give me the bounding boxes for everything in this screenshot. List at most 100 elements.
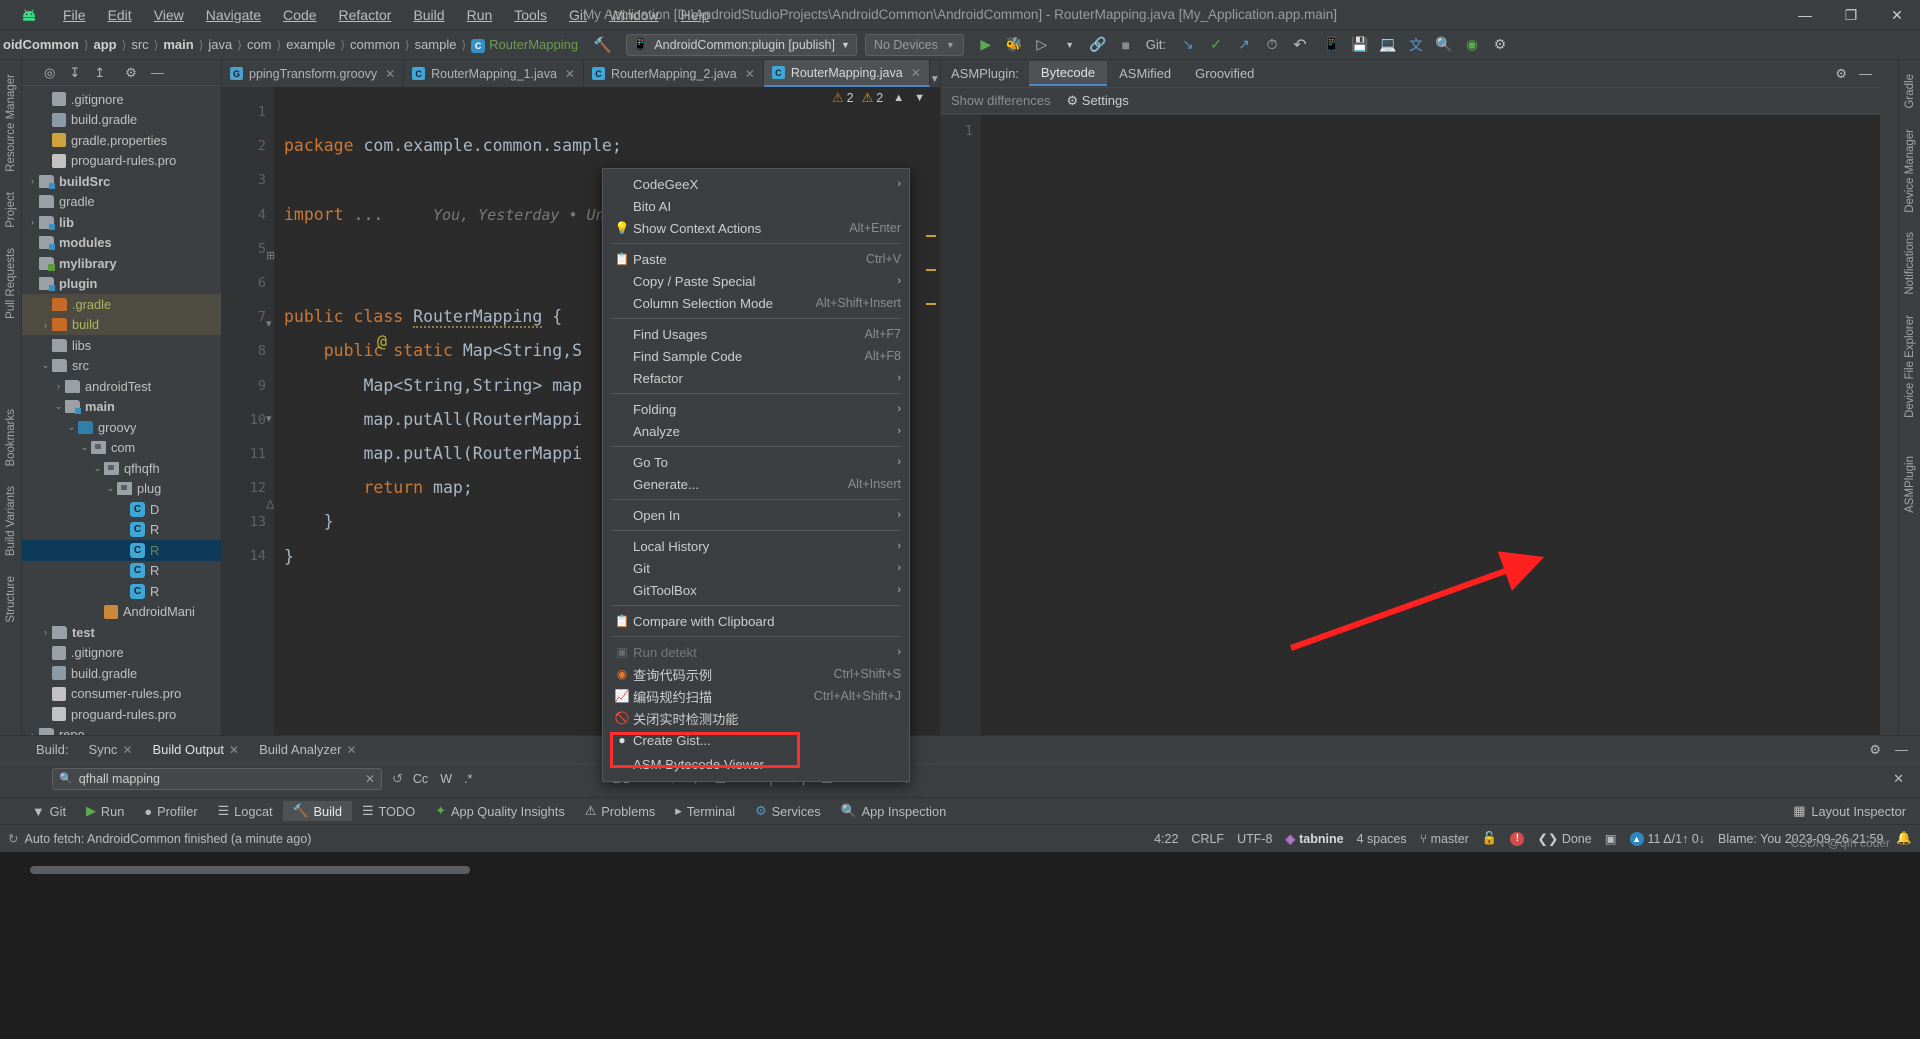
asm-tab-groovified[interactable]: Groovified (1183, 62, 1266, 85)
breadcrumb-item-5[interactable]: com (244, 35, 275, 54)
asm-sub-toolbar[interactable]: Show differences ⚙ Settings (941, 88, 1880, 114)
warning-count[interactable]: ⚠ 2 (832, 90, 854, 106)
left-tool-rail[interactable]: Resource Manager Project Pull Requests B… (0, 60, 22, 784)
build-search-row[interactable]: 🔍 qfhall mapping ✕ ↺ Cc W .* 1/1 ↑ ↓ ☐ →… (0, 763, 1920, 793)
tree-node[interactable]: .gitignore (22, 89, 221, 110)
vcs-changes-widget[interactable]: ▲ 11 Δ/1↑ 0↓ (1629, 831, 1705, 846)
context-menu-item[interactable]: Find Usages Alt+F7 (603, 323, 909, 345)
context-menu-item[interactable]: GitToolBox › (603, 579, 909, 601)
run-toolbar[interactable]: ▶ 🐝 ▷ ▼ 🔗 ■ (976, 35, 1136, 55)
tree-node[interactable]: .gradle (22, 294, 221, 315)
tree-node[interactable]: gradle.properties (22, 130, 221, 151)
tool-run[interactable]: ▶ Run (76, 801, 134, 821)
context-menu-item[interactable]: ▣ Run detekt › (603, 641, 909, 663)
tool-problems[interactable]: ⚠ Problems (575, 801, 666, 821)
tool-terminal[interactable]: ▸ Terminal (665, 801, 745, 821)
rail-device-manager[interactable]: Device Manager (1899, 119, 1920, 223)
settings-icon[interactable]: ⚙ (1490, 35, 1510, 55)
build-panel-tools[interactable]: ⚙ — (1869, 742, 1920, 758)
rail-asm-plugin[interactable]: ASMPlugin (1899, 446, 1920, 523)
prev-problem-icon[interactable]: ▲ (893, 92, 904, 104)
fold-method-icon[interactable]: △ (266, 497, 274, 510)
menu-view[interactable]: View (143, 3, 195, 27)
maximize-button[interactable]: ❐ (1828, 0, 1874, 30)
editor-tab-0[interactable]: G ppingTransform.groovy ✕ (222, 60, 405, 87)
rail-notifications[interactable]: Notifications (1899, 222, 1920, 305)
context-menu-item[interactable]: Column Selection Mode Alt+Shift+Insert (603, 292, 909, 314)
locate-icon[interactable]: ◎ (44, 65, 55, 81)
stop-button[interactable]: ■ (1116, 35, 1136, 55)
menu-refactor[interactable]: Refactor (328, 3, 403, 27)
context-menu-item[interactable]: ASM Bytecode Viewer (603, 751, 909, 777)
tree-node[interactable]: proguard-rules.pro (22, 151, 221, 172)
git-push-icon[interactable]: ↗ (1234, 35, 1254, 55)
asm-output-area[interactable]: 1 (941, 115, 1880, 735)
tree-node[interactable]: CD (22, 499, 221, 520)
rail-build-variants[interactable]: Build Variants (0, 476, 21, 566)
tool-layout-inspector[interactable]: ▦ Layout Inspector (1793, 803, 1920, 819)
context-menu-item[interactable]: Open In › (603, 504, 909, 526)
breadcrumb-item-4[interactable]: java (205, 35, 235, 54)
breadcrumb-item-1[interactable]: app (91, 35, 120, 54)
context-menu-item[interactable]: 📈 编码规约扫描 Ctrl+Alt+Shift+J (603, 685, 909, 707)
tabnine-widget[interactable]: ◈ tabnine (1286, 831, 1344, 847)
match-case-toggle[interactable]: Cc (413, 772, 428, 786)
tree-node[interactable]: › androidTest (22, 376, 221, 397)
rail-gradle[interactable]: Gradle (1899, 64, 1920, 119)
caret-position[interactable]: 4:22 (1154, 832, 1178, 846)
tool-todo[interactable]: ☰ TODO (352, 801, 425, 821)
whole-words-toggle[interactable]: W (440, 772, 452, 786)
tool-app-quality-insights[interactable]: ✦ App Quality Insights (425, 801, 575, 821)
tree-node[interactable]: CR (22, 520, 221, 541)
tree-node[interactable]: CR (22, 561, 221, 582)
tree-expand-arrow[interactable]: › (26, 217, 39, 227)
horizontal-scrollbar[interactable] (30, 866, 470, 874)
sdk-manager-icon[interactable]: 💾 (1350, 35, 1370, 55)
search-history-icon[interactable]: ↺ (392, 771, 403, 787)
undo-icon[interactable]: ↶ (1290, 35, 1310, 55)
context-menu-item[interactable]: Local History › (603, 535, 909, 557)
translate-icon[interactable]: 文 (1406, 35, 1426, 55)
indent-widget[interactable]: 4 spaces (1357, 832, 1407, 846)
tree-expand-arrow[interactable]: ⌄ (91, 463, 104, 474)
rail-bookmarks[interactable]: Bookmarks (0, 399, 21, 477)
run-button[interactable]: ▶ (976, 35, 996, 55)
build-tool-window[interactable]: Build: Sync ✕ Build Output ✕ Build Analy… (0, 735, 1920, 797)
tree-node[interactable]: .gitignore (22, 643, 221, 664)
build-tab-build-output[interactable]: Build Output ✕ (143, 740, 250, 759)
tree-node[interactable]: mylibrary (22, 253, 221, 274)
tree-expand-arrow[interactable]: › (39, 627, 52, 637)
close-tab-icon[interactable]: ✕ (745, 67, 755, 81)
settings-icon[interactable]: ⚙ (1869, 742, 1881, 758)
asm-tab-bar[interactable]: ASMPlugin: Bytecode ASMified Groovified … (941, 60, 1880, 88)
context-menu-item[interactable]: Analyze › (603, 420, 909, 442)
context-menu-item[interactable]: 🚫 关闭实时检测功能 (603, 707, 909, 729)
tree-node[interactable]: proguard-rules.pro (22, 704, 221, 725)
inspection-dot[interactable]: ! (1510, 831, 1525, 846)
tree-expand-arrow[interactable]: › (26, 176, 39, 186)
tool-window-bar[interactable]: ▼ Git ▶ Run ● Profiler ☰ Logcat 🔨 Build ☰ TODO… (0, 797, 1920, 824)
tool-app-inspection[interactable]: 🔍 App Inspection (831, 801, 957, 821)
right-tool-rail[interactable]: Gradle Device Manager Notifications Devi… (1898, 60, 1920, 784)
menu-file[interactable]: File (52, 3, 97, 27)
context-menu-item[interactable]: ◉ 查询代码示例 Ctrl+Shift+S (603, 663, 909, 685)
tree-expand-arrow[interactable]: ⌄ (65, 422, 78, 433)
context-menu-item[interactable]: ● Create Gist... (603, 729, 909, 751)
project-toolbar[interactable]: ◎ ↧ ↥ ⚙ — (22, 60, 221, 86)
breadcrumb[interactable]: oidCommon ⟩ app ⟩ src ⟩ main ⟩ java ⟩ co… (0, 35, 581, 55)
build-tab-build-analyzer[interactable]: Build Analyzer ✕ (249, 740, 366, 759)
run-coverage-button[interactable]: ▷ (1032, 35, 1052, 55)
attach-debugger-icon[interactable]: 🔗 (1088, 35, 1108, 55)
menu-edit[interactable]: Edit (97, 3, 143, 27)
tree-node[interactable]: › buildSrc (22, 171, 221, 192)
context-menu-item[interactable]: CodeGeeX › (603, 173, 909, 195)
memory-icon[interactable]: ▣ (1605, 831, 1617, 846)
tree-expand-arrow[interactable]: ⌄ (52, 401, 65, 412)
close-icon[interactable]: ✕ (347, 743, 357, 757)
menu-run[interactable]: Run (456, 3, 504, 27)
line-separator[interactable]: CRLF (1191, 832, 1224, 846)
editor-tab-3[interactable]: C RouterMapping.java ✕ (763, 60, 930, 87)
tree-expand-arrow[interactable]: › (52, 381, 65, 391)
asm-panel-tools[interactable]: ⚙ — (1835, 66, 1872, 82)
minimize-button[interactable]: — (1782, 0, 1828, 30)
